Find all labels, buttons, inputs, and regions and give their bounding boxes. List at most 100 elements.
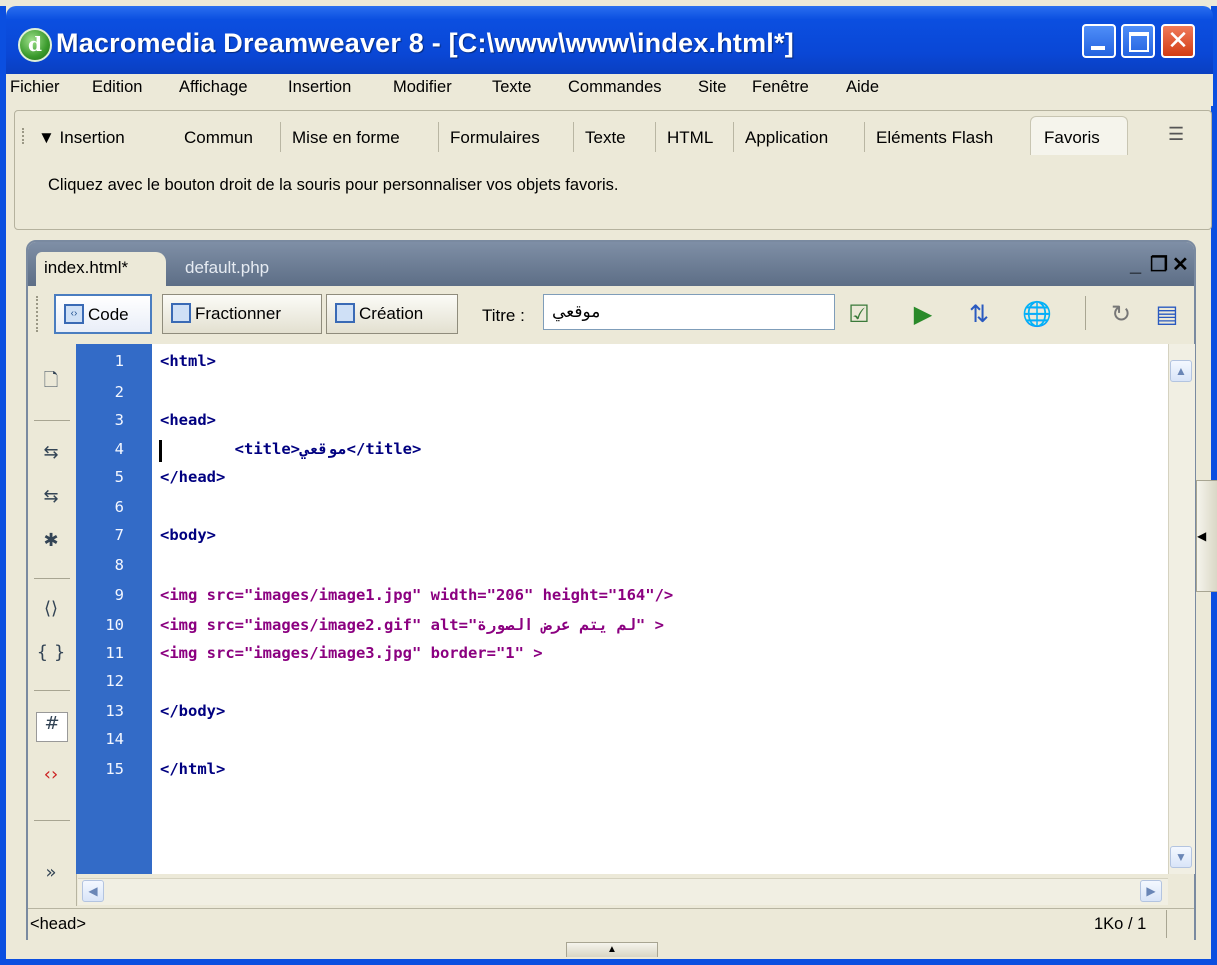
status-bar bbox=[28, 908, 1194, 941]
tab-commun[interactable]: Commun bbox=[184, 128, 253, 148]
tab-separator bbox=[573, 122, 574, 152]
code-line[interactable]: <title>موقعي</title> bbox=[160, 440, 422, 458]
doc-tab-index-label[interactable]: index.html* bbox=[44, 258, 128, 278]
vertical-scrollbar[interactable] bbox=[1168, 344, 1195, 874]
browser-compatibility-icon[interactable]: ▶ bbox=[906, 298, 940, 330]
tab-separator bbox=[864, 122, 865, 152]
code-line[interactable]: <img src="images/image3.jpg" border="1" … bbox=[160, 644, 543, 662]
file-management-icon[interactable]: ⇅ bbox=[962, 298, 996, 330]
line-number: 15 bbox=[105, 760, 124, 778]
scroll-down-button[interactable]: ▼ bbox=[1170, 846, 1192, 868]
select-parent-tag-icon[interactable]: ⟨⟩ bbox=[36, 598, 66, 624]
tab-favoris[interactable]: Favoris bbox=[1044, 128, 1100, 148]
validate-markup-icon[interactable]: ☑ bbox=[842, 298, 876, 330]
line-number: 10 bbox=[105, 616, 124, 634]
code-line[interactable]: <head> bbox=[160, 411, 216, 429]
code-line[interactable]: </body> bbox=[160, 702, 225, 720]
line-numbers-icon[interactable]: # bbox=[36, 712, 68, 742]
code-line[interactable]: </html> bbox=[160, 760, 225, 778]
tab-mise-en-forme[interactable]: Mise en forme bbox=[292, 128, 400, 148]
panel-grip-handle[interactable] bbox=[22, 128, 32, 144]
toolbar-grip-handle[interactable] bbox=[36, 296, 44, 332]
toolbar-divider bbox=[34, 578, 70, 579]
refresh-design-view-icon[interactable]: ↻ bbox=[1104, 298, 1138, 330]
line-number: 7 bbox=[114, 526, 124, 544]
code-line[interactable]: <body> bbox=[160, 526, 216, 544]
line-number: 14 bbox=[105, 730, 124, 748]
scroll-left-button[interactable]: ◀ bbox=[82, 880, 104, 902]
expand-all-icon[interactable]: ✱ bbox=[36, 530, 66, 556]
line-number: 6 bbox=[114, 498, 124, 516]
tab-formulaires[interactable]: Formulaires bbox=[450, 128, 540, 148]
code-line[interactable]: <html> bbox=[160, 352, 216, 370]
toolbar-separator bbox=[1085, 296, 1086, 330]
tab-separator bbox=[438, 122, 439, 152]
code-view-button[interactable]: ‹› Code bbox=[54, 294, 152, 334]
tab-application[interactable]: Application bbox=[745, 128, 828, 148]
open-documents-icon[interactable]: 🗋 bbox=[36, 368, 66, 394]
scroll-right-button[interactable]: ▶ bbox=[1140, 880, 1162, 902]
expand-panel-groups-handle[interactable]: ◀ bbox=[1196, 480, 1217, 592]
close-button[interactable]: ✕ bbox=[1161, 24, 1195, 58]
panel-options-menu-icon[interactable]: ☰ bbox=[1168, 124, 1188, 144]
line-number: 4 bbox=[114, 440, 124, 458]
preview-in-browser-icon[interactable]: 🌐 bbox=[1020, 298, 1054, 330]
menu-edition[interactable]: Edition bbox=[92, 78, 142, 97]
document-size: 1Ko / 1 bbox=[1094, 915, 1147, 933]
code-editor[interactable] bbox=[152, 344, 1168, 874]
close-icon: ✕ bbox=[1167, 26, 1189, 56]
tab-elements-flash[interactable]: Eléments Flash bbox=[876, 128, 993, 148]
text-cursor bbox=[159, 440, 162, 462]
doc-restore-icon[interactable]: ❐ bbox=[1150, 252, 1168, 277]
menu-aide[interactable]: Aide bbox=[846, 78, 879, 97]
tab-texte[interactable]: Texte bbox=[585, 128, 626, 148]
maximize-button[interactable] bbox=[1121, 24, 1155, 58]
tab-separator bbox=[655, 122, 656, 152]
menu-insertion[interactable]: Insertion bbox=[288, 78, 351, 97]
design-view-button[interactable]: Création bbox=[326, 294, 458, 334]
code-line[interactable]: <img src="images/image2.gif" alt="لم يتم… bbox=[160, 616, 664, 634]
insert-panel-toggle[interactable]: ▼ Insertion bbox=[38, 128, 125, 148]
tab-separator bbox=[733, 122, 734, 152]
dreamweaver-app-icon[interactable]: d bbox=[18, 28, 52, 62]
collapse-selection-icon[interactable]: ⇆ bbox=[36, 486, 66, 512]
expand-properties-panel-handle[interactable]: ▲ bbox=[566, 942, 658, 957]
view-options-icon[interactable]: ▤ bbox=[1150, 298, 1184, 330]
scroll-up-button[interactable]: ▲ bbox=[1170, 360, 1192, 382]
menu-commandes[interactable]: Commandes bbox=[568, 78, 662, 97]
more-tools-chevron-icon[interactable]: » bbox=[36, 862, 66, 888]
horizontal-scrollbar[interactable] bbox=[78, 878, 1168, 905]
page-title-label: Titre : bbox=[482, 306, 525, 325]
highlight-invalid-code-icon[interactable]: ‹› bbox=[36, 764, 66, 790]
menu-affichage[interactable]: Affichage bbox=[179, 78, 248, 97]
page-title-input[interactable] bbox=[543, 294, 835, 330]
line-number: 11 bbox=[105, 644, 124, 662]
tag-selector[interactable]: <head> bbox=[30, 915, 86, 934]
split-view-button[interactable]: Fractionner bbox=[162, 294, 322, 334]
collapse-full-tag-icon[interactable]: ⇆ bbox=[36, 442, 66, 468]
menu-texte[interactable]: Texte bbox=[492, 78, 531, 97]
tab-separator bbox=[280, 122, 281, 152]
doc-close-icon[interactable]: ✕ bbox=[1172, 252, 1189, 277]
window-frame-bottom bbox=[0, 959, 1217, 965]
favorites-hint-text: Cliquez avec le bouton droit de la souri… bbox=[48, 176, 619, 194]
code-view-label: Code bbox=[88, 305, 129, 324]
line-number: 3 bbox=[114, 411, 124, 429]
doc-tab-default-php[interactable]: default.php bbox=[185, 258, 269, 278]
minimize-button[interactable] bbox=[1082, 24, 1116, 58]
tab-html[interactable]: HTML bbox=[667, 128, 713, 148]
design-view-label: Création bbox=[359, 304, 424, 323]
menu-modifier[interactable]: Modifier bbox=[393, 78, 452, 97]
menu-fenetre[interactable]: Fenêtre bbox=[752, 78, 809, 97]
code-line[interactable]: </head> bbox=[160, 468, 225, 486]
menu-site[interactable]: Site bbox=[698, 78, 726, 97]
balance-braces-icon[interactable]: { } bbox=[36, 642, 66, 668]
window-frame-left bbox=[0, 6, 6, 965]
code-line[interactable]: <img src="images/image1.jpg" width="206"… bbox=[160, 586, 673, 604]
toolbar-divider bbox=[34, 420, 70, 421]
line-number: 5 bbox=[114, 468, 124, 486]
line-number: 2 bbox=[114, 383, 124, 401]
doc-minimize-icon[interactable]: _ bbox=[1130, 254, 1141, 277]
line-number: 12 bbox=[105, 672, 124, 690]
menu-fichier[interactable]: Fichier bbox=[10, 78, 60, 97]
